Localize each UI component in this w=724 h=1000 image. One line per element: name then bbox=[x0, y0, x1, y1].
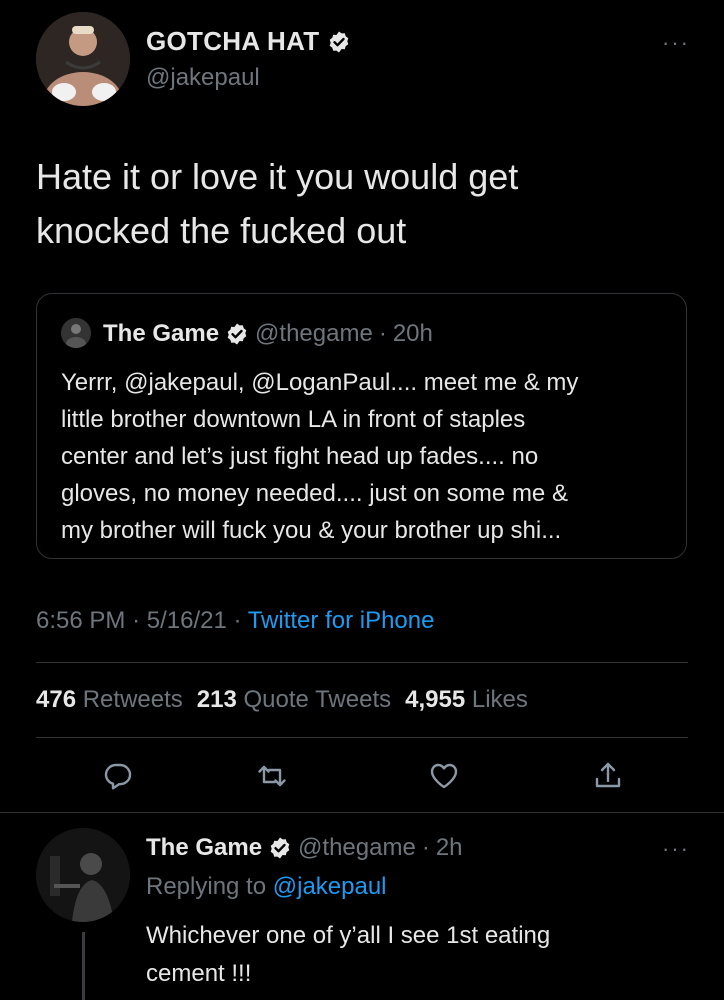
tweet-date: 5/16/21 bbox=[146, 607, 227, 634]
quoted-text-line: gloves, no money needed.... just on some… bbox=[61, 480, 568, 507]
reply-author-name[interactable]: The Game bbox=[146, 834, 262, 862]
divider bbox=[36, 662, 688, 663]
quoted-author-handle: @thegame bbox=[255, 320, 373, 347]
retweets-stat[interactable]: 476 Retweets bbox=[36, 686, 183, 714]
author-avatar[interactable] bbox=[36, 12, 130, 106]
quote-tweets-label: Quote Tweets bbox=[243, 686, 392, 713]
reply-button[interactable] bbox=[102, 760, 134, 797]
quoted-author-avatar bbox=[61, 318, 91, 348]
tweet-time: 6:56 PM bbox=[36, 607, 126, 634]
reply-header: The Game @thegame · 2h bbox=[146, 834, 463, 862]
author-name-text[interactable]: GOTCHA HAT bbox=[146, 26, 319, 57]
retweets-label: Retweets bbox=[82, 686, 183, 713]
separator-dot: · bbox=[378, 320, 387, 347]
divider bbox=[0, 812, 724, 813]
reply-author-avatar[interactable] bbox=[36, 828, 130, 922]
author-handle[interactable]: @jakepaul bbox=[146, 64, 260, 92]
quoted-text-line: little brother downtown LA in front of s… bbox=[61, 406, 526, 433]
like-button[interactable] bbox=[428, 760, 460, 797]
tweet-text-line: Hate it or love it you would get bbox=[36, 156, 519, 197]
reply-icon bbox=[104, 763, 132, 790]
divider bbox=[36, 737, 688, 738]
quote-tweets-count: 213 bbox=[196, 686, 237, 713]
replying-to-handle[interactable]: @jakepaul bbox=[273, 873, 387, 900]
likes-count: 4,955 bbox=[405, 686, 466, 713]
quoted-tweet-card[interactable]: The Game @thegame · 20h Yerrr, @jakepaul… bbox=[36, 293, 687, 559]
reply-author-handle[interactable]: @thegame bbox=[298, 834, 416, 862]
more-options-icon[interactable]: ··· bbox=[662, 836, 690, 862]
quoted-tweet-header: The Game @thegame · 20h bbox=[103, 320, 433, 348]
reply-text-line: cement !!! bbox=[146, 960, 252, 987]
retweet-button[interactable] bbox=[256, 760, 288, 797]
replying-to: Replying to @jakepaul bbox=[146, 873, 387, 901]
more-options-icon[interactable]: ··· bbox=[662, 30, 690, 56]
verified-badge-icon bbox=[330, 31, 349, 52]
quoted-text-line: my brother will fuck you & your brother … bbox=[61, 517, 562, 544]
likes-stat[interactable]: 4,955 Likes bbox=[405, 686, 528, 714]
quoted-author-name: The Game bbox=[103, 320, 220, 347]
separator-dot: · bbox=[132, 607, 141, 634]
quote-tweets-stat[interactable]: 213 Quote Tweets bbox=[197, 686, 391, 714]
reply-text-line: Whichever one of y’all I see 1st eating bbox=[146, 922, 551, 949]
quoted-text-line: Yerrr, @jakepaul, @LoganPaul.... meet me… bbox=[61, 369, 579, 396]
replying-to-label: Replying to bbox=[146, 873, 267, 900]
quoted-text-line: center and let’s just fight head up fade… bbox=[61, 443, 539, 470]
separator-dot: · bbox=[421, 834, 430, 861]
verified-badge-icon bbox=[227, 323, 247, 345]
quoted-tweet-text: Yerrr, @jakepaul, @LoganPaul.... meet me… bbox=[61, 364, 671, 549]
heart-icon bbox=[430, 763, 458, 789]
share-icon bbox=[595, 762, 621, 788]
separator-dot: · bbox=[233, 607, 242, 634]
thread-line bbox=[82, 932, 85, 1000]
tweet-metadata: 6:56 PM · 5/16/21 · Twitter for iPhone bbox=[36, 607, 434, 635]
retweets-count: 476 bbox=[36, 686, 77, 713]
tweet-text-line: knocked the fucked out bbox=[36, 210, 407, 251]
engagement-stats: 476 Retweets 213 Quote Tweets 4,955 Like… bbox=[36, 686, 528, 714]
retweet-icon bbox=[258, 765, 286, 787]
quoted-tweet-time: 20h bbox=[392, 320, 433, 347]
share-button[interactable] bbox=[592, 760, 624, 797]
likes-label: Likes bbox=[471, 686, 528, 713]
reply-text: Whichever one of y’all I see 1st eating … bbox=[146, 917, 666, 993]
tweet-text: Hate it or love it you would get knocked… bbox=[36, 150, 686, 258]
tweet-source-link[interactable]: Twitter for iPhone bbox=[248, 607, 435, 634]
author-name[interactable]: GOTCHA HAT bbox=[146, 26, 351, 57]
verified-badge-icon bbox=[270, 837, 290, 859]
reply-time: 2h bbox=[435, 834, 463, 861]
